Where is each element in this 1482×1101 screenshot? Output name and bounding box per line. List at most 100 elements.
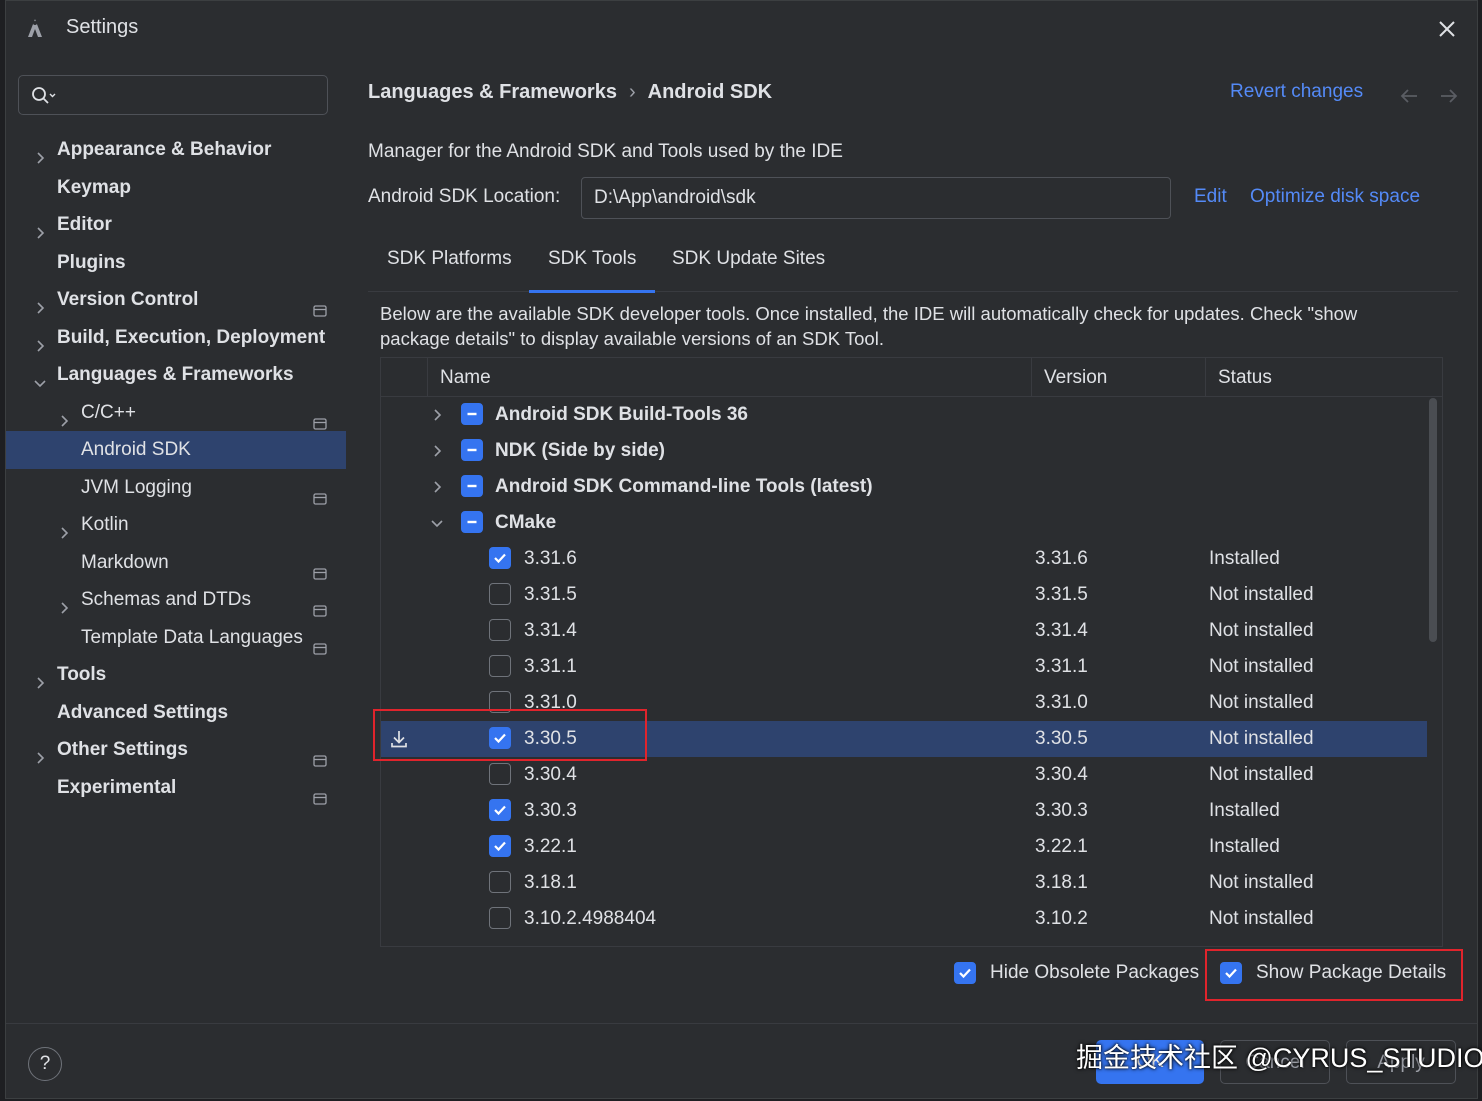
- checkbox-icon[interactable]: [489, 547, 511, 569]
- table-group-row[interactable]: NDK (Side by side): [381, 433, 1427, 469]
- table-row[interactable]: 3.10.2.4988404 3.10.2 Not installed: [381, 901, 1427, 937]
- column-header-status[interactable]: Status: [1205, 358, 1442, 396]
- revert-changes-link[interactable]: Revert changes: [1230, 81, 1363, 103]
- table-group-row[interactable]: Android SDK Command-line Tools (latest): [381, 469, 1427, 505]
- page-description: Manager for the Android SDK and Tools us…: [368, 141, 843, 162]
- checkbox-icon[interactable]: [489, 583, 511, 605]
- breadcrumb-parent[interactable]: Languages & Frameworks: [368, 81, 617, 103]
- checkbox-icon[interactable]: [461, 439, 483, 461]
- checkbox-icon[interactable]: [489, 871, 511, 893]
- sidebar-item-tools[interactable]: Tools: [6, 656, 346, 694]
- chevron-right-icon[interactable]: [429, 443, 445, 459]
- settings-search[interactable]: [18, 75, 328, 115]
- table-group-row[interactable]: CMake: [381, 505, 1427, 541]
- table-row[interactable]: 3.31.1 3.31.1 Not installed: [381, 649, 1427, 685]
- table-row[interactable]: 3.31.5 3.31.5 Not installed: [381, 577, 1427, 613]
- show-details-checkbox[interactable]: [1220, 962, 1242, 984]
- package-version: 3.30.5: [1035, 728, 1088, 749]
- checkbox-icon[interactable]: [489, 619, 511, 641]
- breadcrumb-separator: ›: [628, 81, 636, 103]
- table-row[interactable]: 3.30.4 3.30.4 Not installed: [381, 757, 1427, 793]
- checkbox-icon[interactable]: [461, 475, 483, 497]
- table-group-row[interactable]: Android SDK Build-Tools 36: [381, 397, 1427, 433]
- hide-obsolete-checkbox[interactable]: [954, 962, 976, 984]
- download-icon: [389, 729, 409, 749]
- sidebar-item-c-c[interactable]: C/C++: [6, 394, 346, 432]
- sidebar-item-android-sdk[interactable]: Android SDK: [6, 431, 346, 469]
- table-row[interactable]: 3.31.0 3.31.0 Not installed: [381, 685, 1427, 721]
- sidebar-item-build-execution-deployment[interactable]: Build, Execution, Deployment: [6, 319, 346, 357]
- chevron-right-icon[interactable]: [56, 517, 72, 539]
- sidebar-item-kotlin[interactable]: Kotlin: [6, 506, 346, 544]
- checkbox-icon[interactable]: [489, 763, 511, 785]
- checkbox-icon[interactable]: [489, 835, 511, 857]
- cancel-button[interactable]: Cancel: [1220, 1040, 1330, 1084]
- checkbox-icon[interactable]: [489, 655, 511, 677]
- close-icon[interactable]: [1431, 13, 1463, 45]
- project-scope-icon: [313, 481, 327, 505]
- apply-button[interactable]: Apply: [1346, 1040, 1456, 1084]
- help-button[interactable]: ?: [28, 1047, 62, 1081]
- tab-sdk-tools[interactable]: SDK Tools: [529, 247, 656, 293]
- checkbox-icon[interactable]: [489, 727, 511, 749]
- chevron-right-icon[interactable]: [32, 292, 48, 314]
- sidebar-item-other-settings[interactable]: Other Settings: [6, 731, 346, 769]
- checkbox-icon[interactable]: [461, 403, 483, 425]
- checkbox-icon[interactable]: [489, 907, 511, 929]
- sidebar-item-schemas-and-dtds[interactable]: Schemas and DTDs: [6, 581, 346, 619]
- sidebar-item-experimental[interactable]: Experimental: [6, 769, 346, 807]
- checkbox-icon[interactable]: [489, 691, 511, 713]
- package-name: 3.31.0: [524, 692, 577, 713]
- table-row[interactable]: 3.31.4 3.31.4 Not installed: [381, 613, 1427, 649]
- table-row[interactable]: 3.18.1 3.18.1 Not installed: [381, 865, 1427, 901]
- chevron-right-icon[interactable]: [32, 330, 48, 352]
- chevron-right-icon[interactable]: [429, 407, 445, 423]
- package-name: 3.22.1: [524, 836, 577, 857]
- sidebar-item-plugins[interactable]: Plugins: [6, 244, 346, 282]
- ok-button[interactable]: OK: [1096, 1040, 1204, 1084]
- sidebar-item-template-data-languages[interactable]: Template Data Languages: [6, 619, 346, 657]
- column-header-version[interactable]: Version: [1031, 358, 1205, 396]
- sidebar-item-jvm-logging[interactable]: JVM Logging: [6, 469, 346, 507]
- settings-dialog: Settings Appearance & Behavior Keymap Edit…: [5, 0, 1478, 1099]
- package-status: Not installed: [1209, 692, 1314, 713]
- chevron-right-icon[interactable]: [32, 742, 48, 764]
- chevron-down-icon[interactable]: [32, 367, 48, 388]
- chevron-right-icon[interactable]: [32, 667, 48, 689]
- arrow-forward-icon[interactable]: [1438, 85, 1460, 107]
- sidebar-item-advanced-settings[interactable]: Advanced Settings: [6, 694, 346, 732]
- chevron-right-icon[interactable]: [56, 405, 72, 427]
- table-row[interactable]: 3.31.6 3.31.6 Installed: [381, 541, 1427, 577]
- sidebar-item-languages-frameworks[interactable]: Languages & Frameworks: [6, 356, 346, 394]
- table-row[interactable]: 3.30.3 3.30.3 Installed: [381, 793, 1427, 829]
- sidebar-item-keymap[interactable]: Keymap: [6, 169, 346, 207]
- edit-link[interactable]: Edit: [1194, 186, 1227, 208]
- chevron-right-icon[interactable]: [32, 217, 48, 239]
- package-name: NDK (Side by side): [495, 440, 665, 461]
- checkbox-icon[interactable]: [489, 799, 511, 821]
- sidebar-item-appearance-behavior[interactable]: Appearance & Behavior: [6, 131, 346, 169]
- sidebar-item-label: Keymap: [57, 176, 131, 198]
- table-row[interactable]: 3.22.1 3.22.1 Installed: [381, 829, 1427, 865]
- chevron-right-icon[interactable]: [32, 142, 48, 164]
- sidebar-item-markdown[interactable]: Markdown: [6, 544, 346, 582]
- settings-tree: Appearance & Behavior Keymap Editor Plugins…: [6, 131, 346, 806]
- table-scrollbar[interactable]: [1429, 398, 1437, 642]
- tab-sdk-update-sites[interactable]: SDK Update Sites: [653, 247, 844, 290]
- chevron-right-icon[interactable]: [56, 592, 72, 614]
- checkbox-icon[interactable]: [461, 511, 483, 533]
- arrow-back-icon[interactable]: [1398, 85, 1420, 107]
- tab-sdk-platforms[interactable]: SDK Platforms: [368, 247, 531, 290]
- table-row[interactable]: 3.30.5 3.30.5 Not installed: [381, 721, 1427, 757]
- sidebar-item-label: Android SDK: [81, 439, 191, 460]
- optimize-disk-space-link[interactable]: Optimize disk space: [1250, 186, 1420, 208]
- chevron-down-icon[interactable]: [429, 515, 445, 531]
- chevron-right-icon[interactable]: [429, 479, 445, 495]
- sdk-location-field[interactable]: [581, 177, 1171, 219]
- package-version: 3.18.1: [1035, 872, 1088, 893]
- package-version: 3.10.2: [1035, 908, 1088, 929]
- search-input[interactable]: [65, 82, 319, 110]
- sidebar-item-version-control[interactable]: Version Control: [6, 281, 346, 319]
- column-header-name[interactable]: Name: [427, 358, 1031, 396]
- sidebar-item-editor[interactable]: Editor: [6, 206, 346, 244]
